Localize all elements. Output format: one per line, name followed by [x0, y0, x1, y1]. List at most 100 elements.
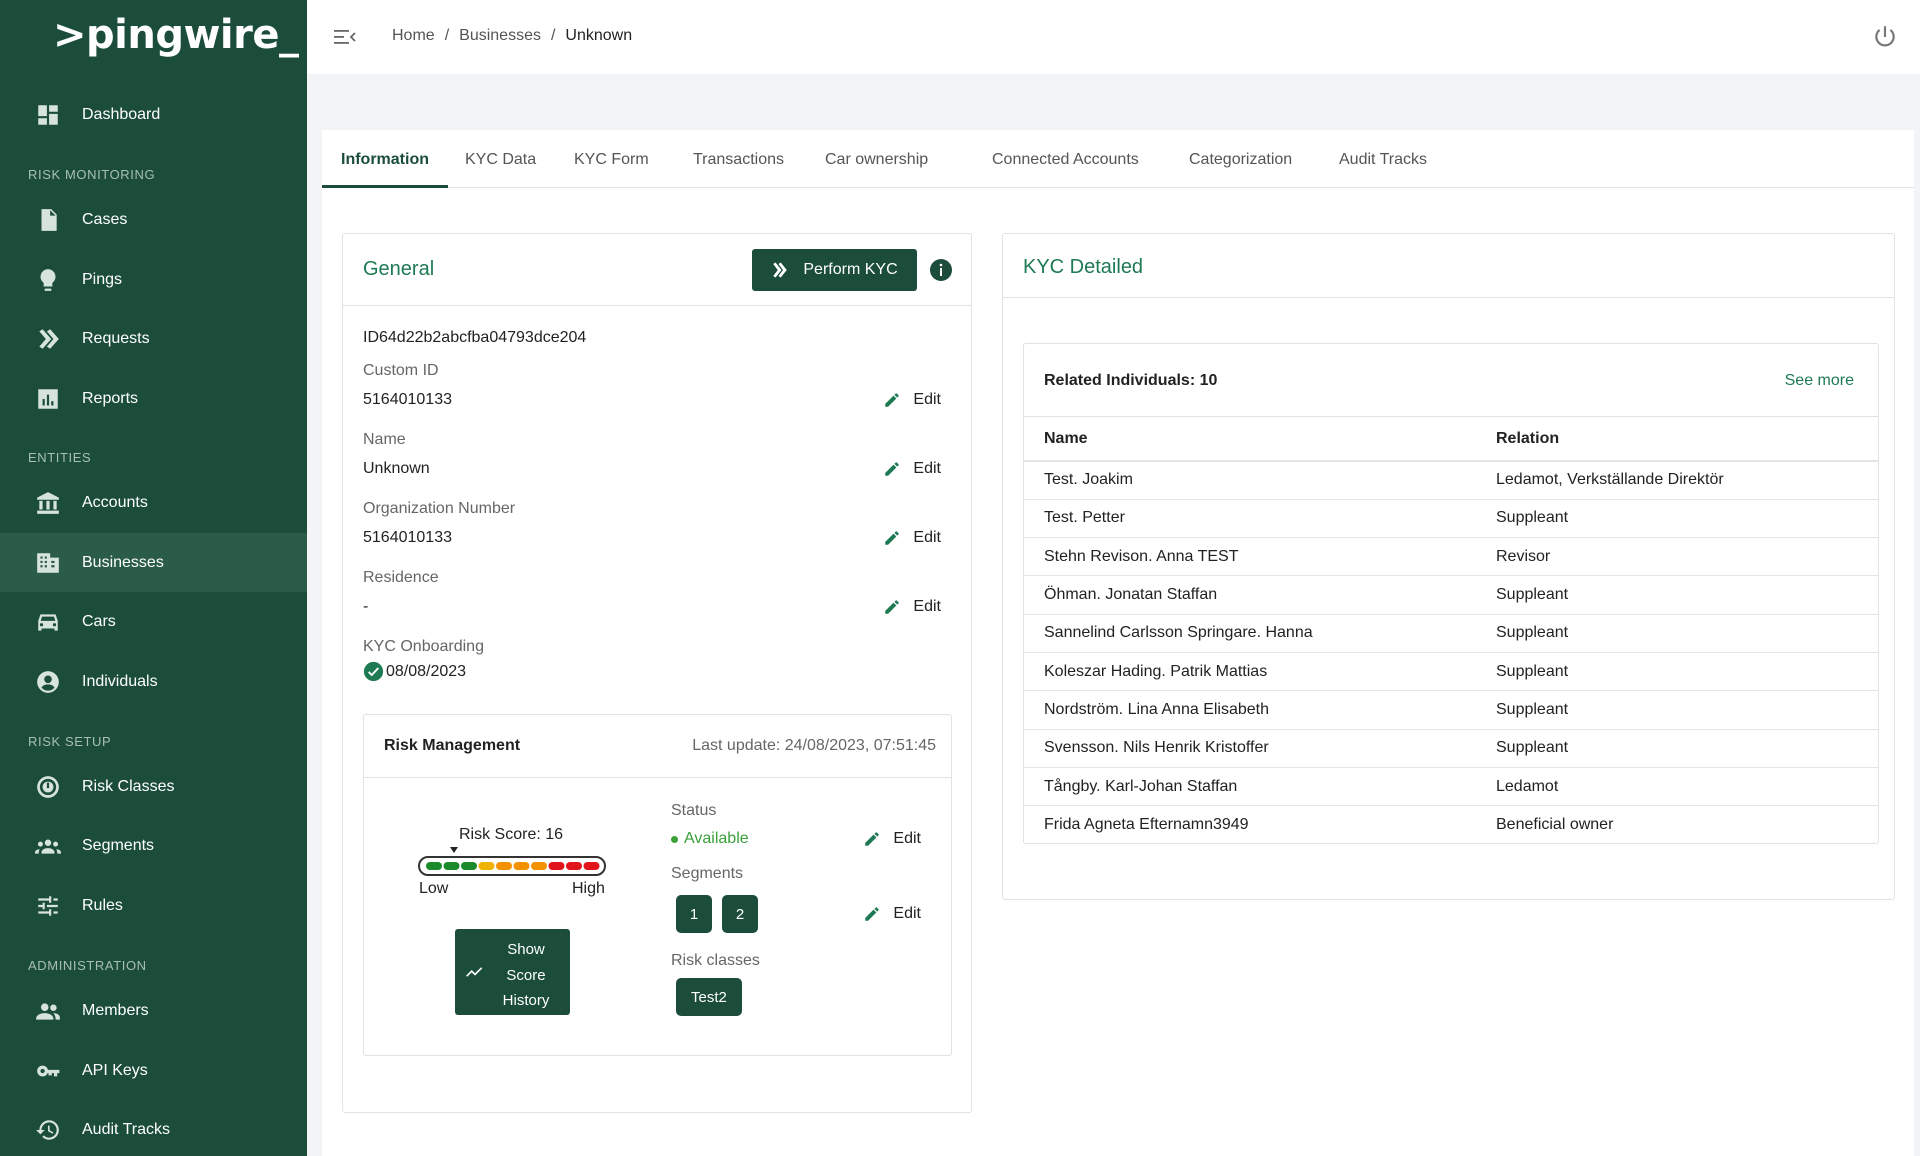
tab-connected-accounts[interactable]: Connected Accounts: [973, 130, 1158, 188]
show-score-history-label: Show Score History: [491, 937, 561, 1014]
individual-relation: Suppleant: [1476, 729, 1878, 768]
table-row[interactable]: Svensson. Nils Henrik Kristoffer Supplean…: [1024, 729, 1878, 768]
tab-kyc-form[interactable]: KYC Form: [555, 130, 668, 188]
sidebar-item-requests[interactable]: Requests: [0, 309, 307, 368]
pingwire-logo[interactable]: >pingwire_: [53, 12, 299, 58]
gauge-icon: [34, 773, 62, 801]
sidebar-item-label: Cases: [82, 210, 128, 228]
sidebar-item-reports[interactable]: Reports: [0, 369, 307, 428]
sidebar-item-api-keys[interactable]: API Keys: [0, 1041, 307, 1100]
table-row[interactable]: Öhman. Jonatan Staffan Suppleant: [1024, 575, 1878, 615]
kyc-onboarding-label: KYC Onboarding: [363, 638, 484, 655]
risk-score-label: Risk Score: 16: [459, 826, 564, 843]
sidebar-item-cases[interactable]: Cases: [0, 190, 307, 249]
pencil-icon: [885, 531, 900, 545]
double-chevron-icon: [34, 325, 62, 353]
individual-relation: Revisor: [1476, 537, 1878, 577]
power-icon[interactable]: [1872, 24, 1898, 50]
breadcrumb-home[interactable]: Home: [392, 27, 435, 45]
sidebar-item-label: API Keys: [82, 1061, 148, 1079]
tab-categorization[interactable]: Categorization: [1170, 130, 1311, 188]
sidebar-item-segments[interactable]: Segments: [0, 816, 307, 875]
table-row[interactable]: Koleszar Hading. Patrik Mattias Suppleant: [1024, 652, 1878, 692]
tab-information[interactable]: Information: [322, 130, 448, 188]
table-row[interactable]: Stehn Revison. Anna TEST Revisor: [1024, 537, 1878, 577]
individual-name: Svensson. Nils Henrik Kristoffer: [1024, 729, 1476, 768]
edit-custom-id-button[interactable]: Edit: [883, 391, 941, 409]
section-risk-monitoring: RISK MONITORING: [28, 167, 156, 182]
perform-kyc-button[interactable]: Perform KYC: [752, 249, 917, 291]
table-row[interactable]: Tångby. Karl-Johan Staffan Ledamot: [1024, 767, 1878, 807]
segment-badge[interactable]: 2: [722, 895, 758, 933]
section-risk-setup: RISK SETUP: [28, 734, 112, 749]
breadcrumb-separator: /: [444, 27, 450, 44]
info-icon[interactable]: [929, 258, 953, 282]
business-id: ID64d22b2abcfba04793dce204: [363, 329, 587, 346]
sidebar-item-rules[interactable]: Rules: [0, 876, 307, 935]
edit-status-button[interactable]: Edit: [863, 830, 921, 848]
organization-number-value: 5164010133: [363, 529, 452, 546]
edit-label: Edit: [893, 905, 921, 922]
see-more-link[interactable]: See more: [1785, 372, 1854, 390]
history-line-3: History: [502, 992, 550, 1009]
history-line-2: Score: [506, 966, 546, 984]
segment-badge[interactable]: 1: [676, 895, 712, 933]
score-marker-triangle: [450, 847, 458, 853]
general-card: General Perform KYC ID64d22b2abcfba04793…: [342, 233, 972, 1113]
risk-class-badge[interactable]: Test2: [676, 978, 742, 1016]
edit-residence-button[interactable]: Edit: [883, 598, 941, 616]
bank-icon: [34, 489, 62, 517]
individual-relation: Beneficial owner: [1496, 816, 1614, 834]
show-score-history-button[interactable]: Show Score History: [455, 929, 570, 1015]
status-value: Available: [684, 830, 749, 847]
table-row[interactable]: Sannelind Carlsson Springare. Hanna Suppl…: [1024, 614, 1878, 653]
edit-organization-number-button[interactable]: Edit: [883, 529, 941, 547]
edit-name-button[interactable]: Edit: [883, 460, 941, 478]
meter-segment: [426, 862, 442, 870]
sidebar-item-accounts[interactable]: Accounts: [0, 473, 307, 532]
table-row[interactable]: Frida Agneta Efternamn3949 Beneficial own…: [1024, 806, 1878, 844]
building-icon: [34, 549, 62, 577]
menu-collapse-icon[interactable]: [333, 26, 357, 48]
table-row[interactable]: Test. Joakim Ledamot, Verkställande Direk…: [1024, 461, 1878, 500]
status-value-row: Available: [671, 830, 749, 848]
sidebar-item-label: Requests: [82, 329, 150, 347]
breadcrumb-businesses[interactable]: Businesses: [459, 27, 541, 45]
sidebar-item-members[interactable]: Members: [0, 981, 307, 1040]
sidebar-item-businesses[interactable]: Businesses: [0, 533, 307, 592]
edit-segments-button[interactable]: Edit: [863, 905, 921, 923]
tab-bar: Information KYC Data KYC Form Transactio…: [322, 130, 1914, 188]
status-label: Status: [671, 802, 717, 819]
general-title: General: [363, 258, 435, 280]
sidebar-item-risk-classes[interactable]: Risk Classes: [0, 757, 307, 816]
individual-name: Koleszar Hading. Patrik Mattias: [1024, 652, 1476, 692]
sidebar-item-audit-tracks[interactable]: Audit Tracks: [0, 1100, 307, 1156]
sidebar: >pingwire_ Dashboard RISK MONITORING Cas…: [0, 0, 307, 1156]
sidebar-item-label: Dashboard: [82, 105, 161, 123]
pencil-icon: [885, 393, 900, 407]
car-icon: [34, 608, 62, 636]
sidebar-item-dashboard[interactable]: Dashboard: [0, 85, 307, 144]
table-row[interactable]: Test. Petter Suppleant: [1024, 499, 1878, 539]
tab-car-ownership[interactable]: Car ownership: [806, 130, 947, 188]
sidebar-item-cars[interactable]: Cars: [0, 592, 307, 651]
meter-segment: [531, 862, 547, 870]
sidebar-item-label: Rules: [82, 896, 123, 914]
trending-up-icon: [466, 967, 483, 977]
table-row[interactable]: Nordström. Lina Anna Elisabeth Suppleant: [1024, 690, 1878, 730]
kyc-detailed-title: KYC Detailed: [1023, 256, 1144, 278]
history-line-1: Show: [507, 941, 545, 958]
tab-audit-tracks[interactable]: Audit Tracks: [1320, 130, 1446, 188]
tab-kyc-data[interactable]: KYC Data: [446, 130, 555, 188]
meter-segment: [566, 862, 582, 870]
sidebar-item-pings[interactable]: Pings: [0, 250, 307, 309]
edit-label: Edit: [913, 529, 941, 546]
column-header-relation[interactable]: Relation: [1476, 417, 1878, 462]
risk-management-title: Risk Management: [384, 737, 521, 754]
tab-transactions[interactable]: Transactions: [674, 130, 803, 188]
kyc-onboarding-row: 08/08/2023: [363, 661, 466, 682]
sidebar-item-individuals[interactable]: Individuals: [0, 652, 307, 711]
name-label: Name: [363, 431, 406, 448]
column-header-name[interactable]: Name: [1024, 417, 1476, 462]
related-individuals-title: Related Individuals: 10: [1044, 372, 1218, 389]
